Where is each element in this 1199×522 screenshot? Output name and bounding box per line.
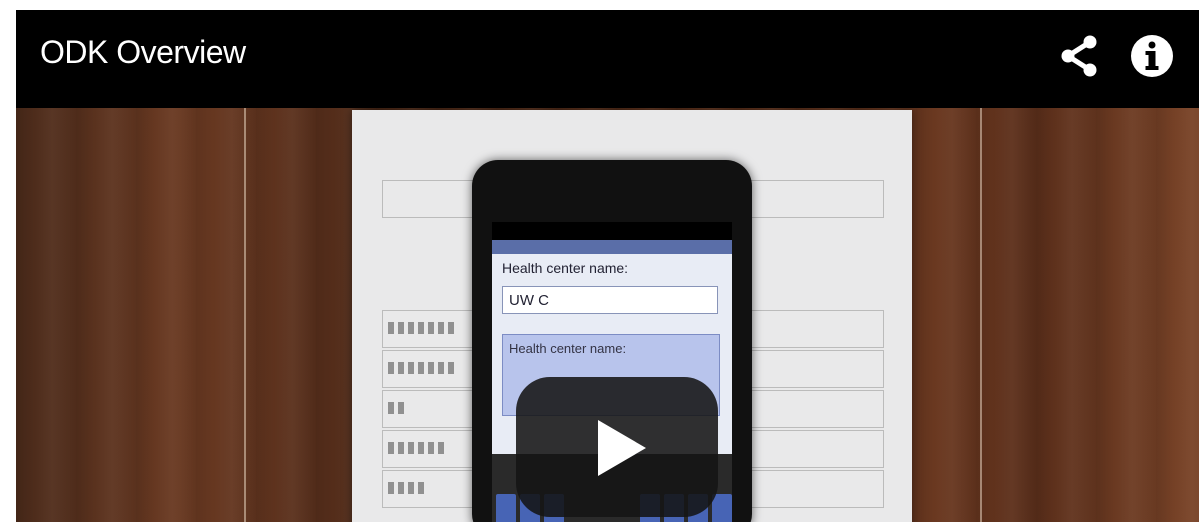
phone-field-input: UW C [502,286,718,314]
video-title-bar: ODK Overview [16,10,1199,108]
form-row-marks [388,402,408,414]
form-row-marks [388,362,458,374]
wood-plank-line [244,108,246,522]
wood-plank-line [980,108,982,522]
video-frame[interactable]: Health center name: UW C Health center n… [16,108,1199,522]
play-icon [598,420,646,476]
keyboard-key [496,494,516,522]
video-title[interactable]: ODK Overview [40,34,246,71]
video-player[interactable]: ODK Overview Health center name: UW C He… [16,10,1199,522]
phone-field-label: Health center name: [502,260,629,276]
form-row-marks [388,442,448,454]
form-row-marks [388,322,458,334]
keyboard-key [712,494,732,522]
phone-app-header [492,240,732,254]
play-button[interactable] [516,377,718,517]
phone-status-bar [492,222,732,240]
share-icon[interactable] [1056,32,1104,80]
phone-suggestion-label: Health center name: [509,341,627,356]
info-icon[interactable] [1128,32,1176,80]
form-row-marks [388,482,428,494]
